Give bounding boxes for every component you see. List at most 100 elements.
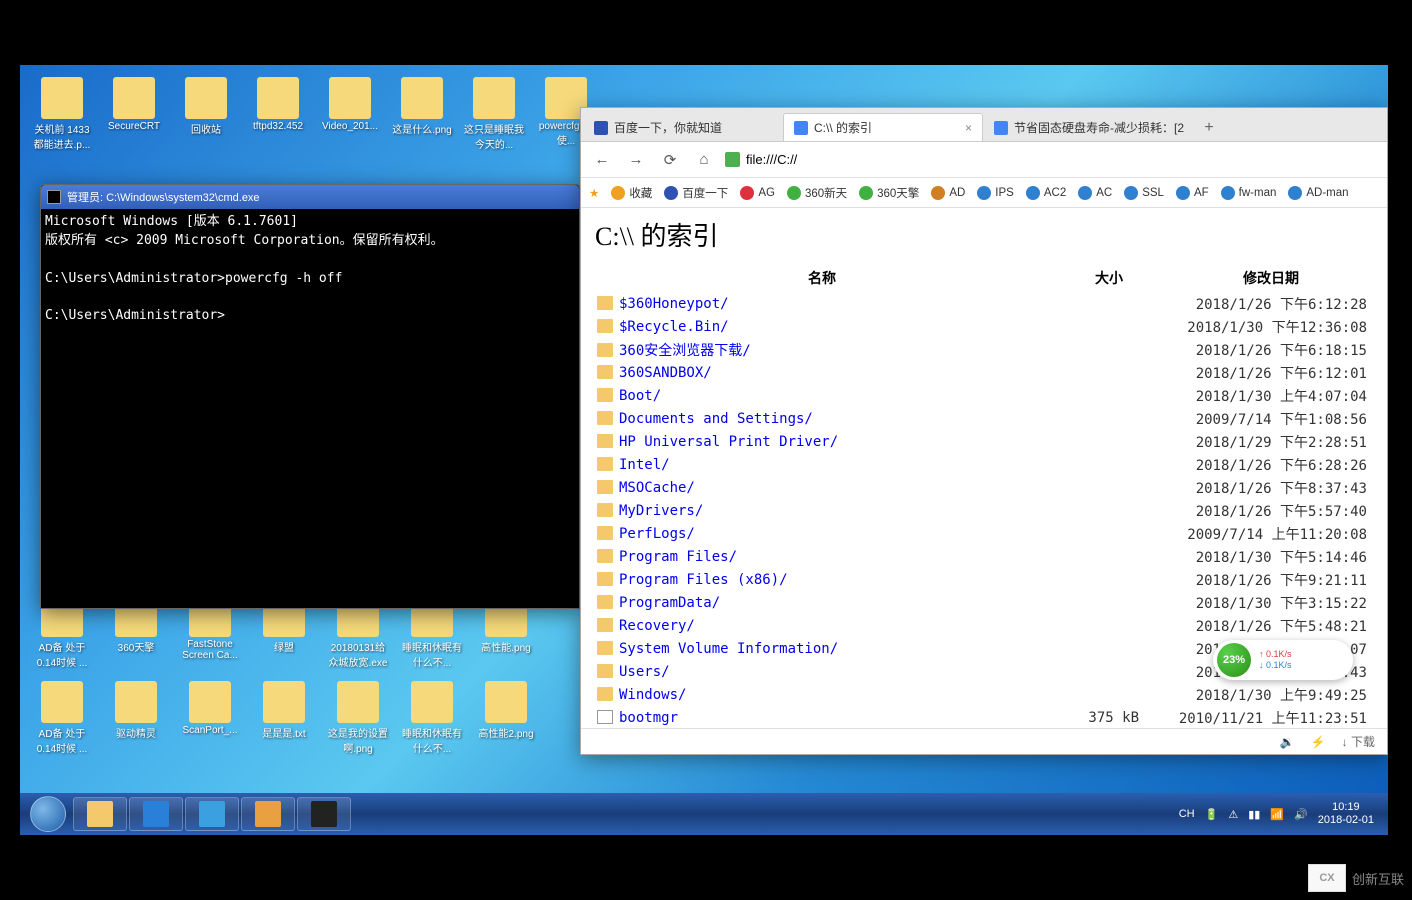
taskbar-app-xunlei[interactable] <box>129 797 183 831</box>
file-row[interactable]: HP Universal Print Driver/2018/1/29 下午2:… <box>597 431 1371 452</box>
browser-tab[interactable]: C:\\ 的索引× <box>783 113 983 141</box>
desktop-icon[interactable]: AD备 处于0.14时候 ... <box>32 681 92 755</box>
folder-icon <box>597 641 613 655</box>
file-row[interactable]: ProgramData/2018/1/30 下午3:15:22 <box>597 592 1371 613</box>
desktop-icon[interactable]: tftpd32.452 <box>248 77 308 151</box>
taskbar-app-cmd[interactable] <box>297 797 351 831</box>
lang-indicator[interactable]: CH <box>1179 808 1195 820</box>
file-row[interactable]: MyDrivers/2018/1/26 下午5:57:40 <box>597 500 1371 521</box>
desktop-icon[interactable]: Video_201... <box>320 77 380 151</box>
start-button[interactable] <box>24 795 72 833</box>
col-size: 大小 <box>1049 265 1169 291</box>
file-row[interactable]: 360SANDBOX/2018/1/26 下午6:12:01 <box>597 362 1371 383</box>
file-row[interactable]: Windows/2018/1/30 上午9:49:25 <box>597 684 1371 705</box>
bookmark-item[interactable]: 百度一下 <box>664 185 728 201</box>
desktop-icon[interactable]: 驱动精灵 <box>106 681 166 755</box>
close-icon[interactable]: × <box>965 121 972 135</box>
file-row[interactable]: Program Files/2018/1/30 下午5:14:46 <box>597 546 1371 567</box>
folder-icon <box>597 618 613 632</box>
bookmark-item[interactable]: SSL <box>1124 186 1164 200</box>
bookmark-item[interactable]: AF <box>1176 186 1209 200</box>
folder-icon <box>597 343 613 357</box>
folder-icon <box>597 411 613 425</box>
desktop-icon[interactable]: 是是是.txt <box>254 681 314 755</box>
bookmarks-bar: ★ 收藏百度一下 AG 360新天 360天擎 AD IPS AC2 AC SSL AF fw-ma… <box>581 178 1387 208</box>
bookmark-icon <box>1078 186 1092 200</box>
tray-icon[interactable]: ⚠ <box>1228 808 1238 821</box>
browser-tab[interactable]: 节省固态硬盘寿命-减少损耗：[2 <box>983 113 1195 141</box>
address-bar[interactable]: file:///C:// <box>725 152 1379 167</box>
volume-icon[interactable]: 🔊 <box>1294 808 1308 821</box>
download-button[interactable]: ↓ 下载 <box>1342 733 1375 750</box>
favicon-icon <box>994 121 1008 135</box>
bookmark-icon <box>1026 186 1040 200</box>
file-row[interactable]: bootmgr375 kB2010/11/21 上午11:23:51 <box>597 707 1371 728</box>
new-tab-button[interactable]: + <box>1195 115 1223 141</box>
folder-icon <box>597 526 613 540</box>
desktop-icon[interactable]: ScanPort_... <box>180 681 240 755</box>
file-row[interactable]: MSOCache/2018/1/26 下午8:37:43 <box>597 477 1371 498</box>
desktop-icon[interactable]: 睡眠和休眠有什么不... <box>402 681 462 755</box>
desktop[interactable]: 关机前 1433都能进去.p...SecureCRT回收站tftpd32.452… <box>20 65 1388 835</box>
system-tray[interactable]: CH 🔋 ⚠ ▮▮ 📶 🔊 10:19 2018-02-01 <box>1179 801 1384 827</box>
tray-icon[interactable]: ▮▮ <box>1248 808 1260 821</box>
clock[interactable]: 10:19 2018-02-01 <box>1318 801 1378 827</box>
taskbar-app-paint[interactable] <box>241 797 295 831</box>
cmd-window[interactable]: 管理员: C:\Windows\system32\cmd.exe Microso… <box>40 184 580 609</box>
file-row[interactable]: Program Files (x86)/2018/1/26 下午9:21:11 <box>597 569 1371 590</box>
file-row[interactable]: $Recycle.Bin/2018/1/30 下午12:36:08 <box>597 316 1371 337</box>
bookmark-item[interactable]: AC2 <box>1026 186 1066 200</box>
bookmark-item[interactable]: AG <box>740 186 775 200</box>
watermark: CX 创新互联 <box>1308 864 1404 892</box>
reload-button[interactable]: ⟳ <box>657 147 683 173</box>
file-row[interactable]: PerfLogs/2009/7/14 上午11:20:08 <box>597 523 1371 544</box>
file-row[interactable]: Intel/2018/1/26 下午6:28:26 <box>597 454 1371 475</box>
favicon-icon <box>594 121 608 135</box>
bookmark-icon <box>1176 186 1190 200</box>
desktop-icon[interactable]: 这是我的设置啊.png <box>328 681 388 755</box>
bolt-icon[interactable]: ⚡ <box>1311 735 1326 749</box>
folder-icon <box>597 664 613 678</box>
bookmark-item[interactable]: 收藏 <box>611 185 652 201</box>
network-monitor-widget[interactable]: 23% ↑ 0.1K/s ↓ 0.1K/s <box>1213 640 1353 680</box>
bookmark-item[interactable]: 360天擎 <box>859 185 919 201</box>
file-row[interactable]: $360Honeypot/2018/1/26 下午6:12:28 <box>597 293 1371 314</box>
desktop-icon[interactable]: 回收站 <box>176 77 236 151</box>
bookmark-star[interactable]: ★ <box>589 186 599 200</box>
bookmark-item[interactable]: AC <box>1078 186 1112 200</box>
bookmark-icon <box>787 186 801 200</box>
usage-ball[interactable]: 23% <box>1217 643 1251 677</box>
browser-tab[interactable]: 百度一下，你就知道 <box>583 113 783 141</box>
bookmark-icon <box>931 186 945 200</box>
bookmark-item[interactable]: AD-man <box>1288 186 1348 200</box>
taskbar[interactable]: CH 🔋 ⚠ ▮▮ 📶 🔊 10:19 2018-02-01 <box>20 793 1388 835</box>
home-button[interactable]: ⌂ <box>691 147 717 173</box>
folder-icon <box>597 319 613 333</box>
tray-icon[interactable]: 🔋 <box>1205 808 1219 821</box>
cmd-titlebar[interactable]: 管理员: C:\Windows\system32\cmd.exe <box>41 185 579 209</box>
file-row[interactable]: Documents and Settings/2009/7/14 下午1:08:… <box>597 408 1371 429</box>
bookmark-item[interactable]: 360新天 <box>787 185 847 201</box>
back-button[interactable]: ← <box>589 147 615 173</box>
desktop-icon[interactable]: 这是什么.png <box>392 77 452 151</box>
file-row[interactable]: Recovery/2018/1/26 下午5:48:21 <box>597 615 1371 636</box>
network-icon[interactable]: 📶 <box>1270 808 1284 821</box>
url-text: file:///C:// <box>746 152 797 167</box>
cmd-body[interactable]: Microsoft Windows [版本 6.1.7601] 版权所有 <c>… <box>41 209 579 330</box>
desktop-icon[interactable]: 高性能2.png <box>476 681 536 755</box>
file-icon <box>597 710 613 724</box>
taskbar-app-explorer[interactable] <box>73 797 127 831</box>
sound-icon[interactable]: 🔉 <box>1280 735 1295 749</box>
desktop-icon[interactable]: 关机前 1433都能进去.p... <box>32 77 92 151</box>
bookmark-icon <box>611 186 625 200</box>
taskbar-app-ie[interactable] <box>185 797 239 831</box>
file-row[interactable]: Boot/2018/1/30 上午4:07:04 <box>597 385 1371 406</box>
desktop-icon[interactable]: 这只是睡眠我今天的... <box>464 77 524 151</box>
desktop-icon[interactable]: SecureCRT <box>104 77 164 151</box>
bookmark-item[interactable]: AD <box>931 186 965 200</box>
file-row[interactable]: 360安全浏览器下载/2018/1/26 下午6:18:15 <box>597 339 1371 360</box>
bookmark-item[interactable]: fw-man <box>1221 186 1277 200</box>
folder-icon <box>597 365 613 379</box>
forward-button[interactable]: → <box>623 147 649 173</box>
bookmark-item[interactable]: IPS <box>977 186 1014 200</box>
